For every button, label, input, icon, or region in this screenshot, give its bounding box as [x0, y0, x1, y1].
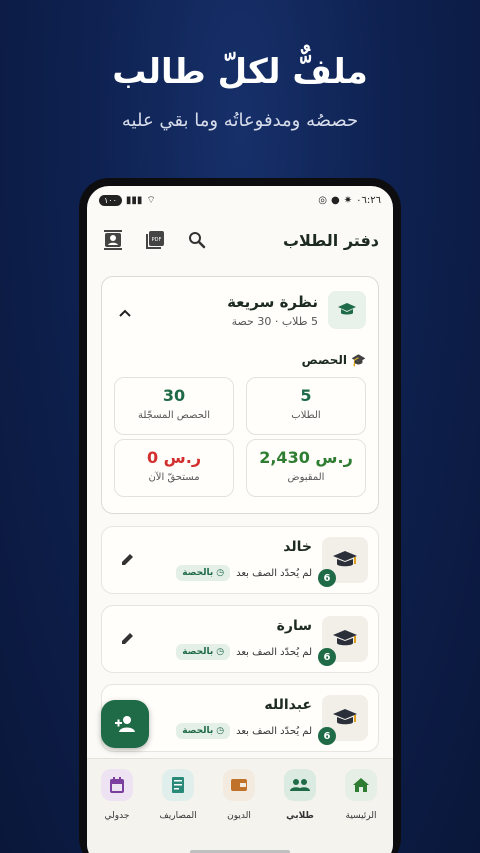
- student-name: سارة: [276, 618, 312, 634]
- page-title: دفتر الطلاب: [282, 230, 379, 250]
- stat-value: 0 ر.س: [146, 448, 202, 467]
- stat-label: مستحقّ الآن: [148, 472, 200, 483]
- pdf-icon[interactable]: PDF: [143, 228, 167, 252]
- summary-title: نظرة سريعة: [227, 292, 318, 311]
- status-time: ٠٦:٢٦: [356, 194, 381, 206]
- graduation-cap-icon: 6: [318, 616, 368, 666]
- nav-label: طلابي: [286, 811, 314, 821]
- receipt-icon: [162, 769, 194, 801]
- nav-item-expenses[interactable]: المصاريف: [148, 769, 208, 821]
- nav-label: الرئيسية: [345, 811, 377, 821]
- student-card[interactable]: 6 سارة لم يُحدّد الصف بعد ◷ بالحصة: [101, 605, 379, 673]
- stat-sessions: 30 الحصص المسجّلة: [114, 377, 234, 435]
- clock-icon: ◷: [216, 726, 225, 736]
- student-card[interactable]: 6 خالد لم يُحدّد الصف بعد ◷ بالحصة: [101, 526, 379, 594]
- billing-badge-label: بالحصة: [182, 568, 214, 578]
- billing-badge: ◷ بالحصة: [176, 644, 231, 660]
- edit-icon[interactable]: [120, 551, 136, 571]
- student-name: خالد: [283, 539, 312, 555]
- bottom-navigation: الرئيسية طلابي الديون المصاريف جدولي: [87, 758, 393, 853]
- add-student-button[interactable]: [101, 700, 149, 748]
- billing-badge-label: بالحصة: [182, 647, 214, 657]
- contact-icon[interactable]: [101, 228, 125, 252]
- signal-icon: ▮▮▮: [125, 194, 143, 206]
- status-bar: ١٠٠ ▮▮▮ ⌔ ◎ ● ✷ ٠٦:٢٦: [87, 186, 393, 214]
- nav-label: جدولي: [104, 811, 130, 821]
- nav-item-debts[interactable]: الديون: [209, 769, 269, 821]
- nav-item-students[interactable]: طلابي: [270, 769, 330, 821]
- billing-badge: ◷ بالحصة: [176, 723, 231, 739]
- people-icon: [284, 769, 316, 801]
- billing-badge-label: بالحصة: [182, 726, 214, 736]
- graduation-cap-icon: 6: [318, 537, 368, 587]
- graduation-cap-icon: [328, 291, 366, 329]
- wallet-icon: [223, 769, 255, 801]
- stat-value: 5: [300, 386, 312, 405]
- settings-status-icon: ✷: [343, 194, 353, 206]
- summary-meta: 5 طلاب · 30 حصة: [231, 314, 318, 328]
- stat-value: 2,430 ر.س: [259, 448, 353, 467]
- battery-indicator: ١٠٠: [99, 194, 122, 206]
- sessions-section-label: 🎓 الحصص: [302, 353, 366, 367]
- stat-label: الطلاب: [291, 410, 321, 421]
- graduation-cap-small-icon: 🎓: [351, 353, 366, 367]
- summary-card: نظرة سريعة 5 طلاب · 30 حصة 🎓 الحصص 5 الط…: [101, 276, 379, 514]
- phone-screen: ١٠٠ ▮▮▮ ⌔ ◎ ● ✷ ٠٦:٢٦ PDF دفتر الطلاب نظ…: [87, 186, 393, 853]
- section-label-text: الحصص: [301, 353, 348, 367]
- nav-item-home[interactable]: الرئيسية: [331, 769, 391, 821]
- stat-label: المقبوض: [287, 472, 325, 483]
- chevron-up-icon[interactable]: [118, 303, 132, 322]
- stat-students: 5 الطلاب: [246, 377, 366, 435]
- nav-item-schedule[interactable]: جدولي: [87, 769, 147, 821]
- stat-value: 30: [162, 386, 186, 405]
- session-count-badge: 6: [318, 569, 336, 587]
- session-count-badge: 6: [318, 727, 336, 745]
- edit-icon[interactable]: [120, 630, 136, 650]
- student-status: لم يُحدّد الصف بعد: [236, 567, 312, 579]
- hero-subtitle: حصصُه ومدفوعاتُه وما بقي عليه: [121, 110, 359, 131]
- stat-received: 2,430 ر.س المقبوض: [246, 439, 366, 497]
- whatsapp-icon: ◎: [318, 194, 328, 206]
- billing-badge: ◷ بالحصة: [176, 565, 231, 581]
- clock-icon: ◷: [216, 647, 225, 657]
- student-name: عبدالله: [264, 697, 312, 713]
- calendar-icon: [101, 769, 133, 801]
- graduation-cap-icon: 6: [318, 695, 368, 745]
- add-person-icon: [115, 716, 135, 732]
- student-status: لم يُحدّد الصف بعد: [236, 646, 312, 658]
- stat-label: الحصص المسجّلة: [137, 410, 211, 421]
- hero-title: ملفٌّ لكلّ طالب: [112, 52, 368, 92]
- app-bar: PDF دفتر الطلاب: [87, 220, 393, 260]
- nav-label: المصاريف: [159, 811, 197, 821]
- student-status: لم يُحدّد الصف بعد: [236, 725, 312, 737]
- home-icon: [345, 769, 377, 801]
- clock-icon: ◷: [216, 568, 225, 578]
- search-icon[interactable]: [185, 228, 209, 252]
- stat-due: 0 ر.س مستحقّ الآن: [114, 439, 234, 497]
- github-icon: ●: [331, 194, 340, 206]
- nav-label: الديون: [227, 811, 251, 821]
- svg-text:PDF: PDF: [152, 237, 162, 243]
- wifi-icon: ⌔: [146, 194, 156, 206]
- session-count-badge: 6: [318, 648, 336, 666]
